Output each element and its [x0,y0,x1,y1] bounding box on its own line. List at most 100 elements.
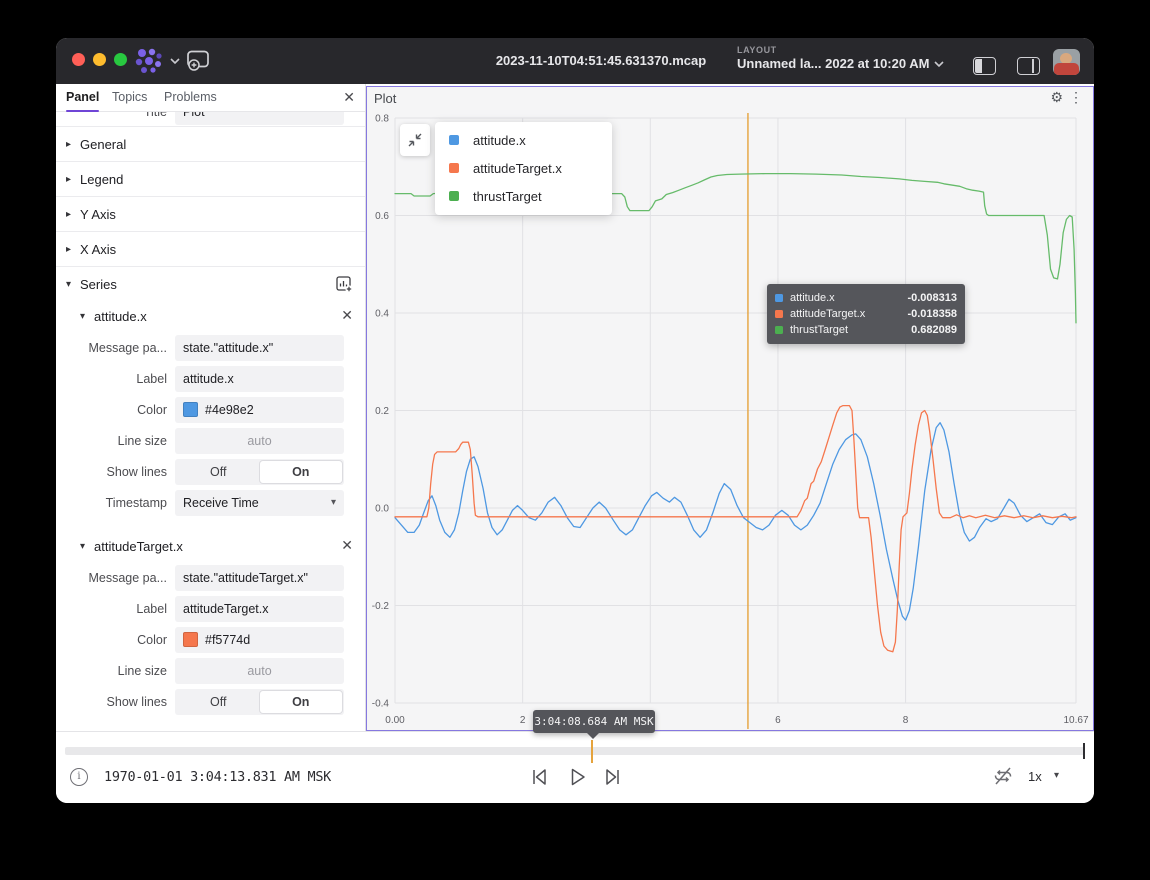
remove-series-icon[interactable]: ✕ [341,307,353,324]
data-source-title[interactable]: 2023-11-10T04:51:45.631370.mcap [476,53,726,68]
section-label: Y Axis [80,207,116,222]
zoom-window-button[interactable] [114,53,127,66]
legend-item-attitudeTarget.x[interactable]: attitudeTarget.x [435,154,612,182]
show-lines-toggle[interactable]: OffOn [175,689,344,715]
field-row-line-size: Line sizeauto [56,428,365,454]
field-row-timestamp: TimestampReceive Time▾ [56,490,365,516]
field-input[interactable]: auto [175,658,344,684]
timestamp-select[interactable]: Receive Time▾ [175,490,344,516]
remove-series-icon[interactable]: ✕ [341,537,353,554]
x-tick-label: 8 [903,715,909,726]
tooltip-swatch [775,294,783,302]
field-row-label: Labelattitude.x [56,366,365,392]
series-item-attitudeTarget.x[interactable]: ▾attitudeTarget.x✕ [56,531,365,561]
hover-time-tooltip: 3:04:08.684 AM MSK [533,710,655,733]
collapse-arrows-icon [407,132,423,148]
title-field-clipped: Title Plot [56,112,365,126]
playback-timestamp: 1970-01-01 3:04:13.831 AM MSK [104,769,331,785]
field-label: Label [56,602,175,616]
close-window-button[interactable] [72,53,85,66]
plot-panel[interactable]: Plot ⚙ ⋮ 0.80.60.40.20.0-0.2-0.40.002468… [366,86,1094,731]
color-field[interactable]: #4e98e2 [175,397,344,423]
color-swatch[interactable] [183,402,198,417]
toggle-off-option[interactable]: Off [177,461,260,483]
collapse-legend-button[interactable] [400,124,430,156]
chevron-right-icon: ▸ [66,139,80,150]
settings-sidebar: Panel Topics Problems ✕ Title Plot ▸Gene… [56,84,366,731]
sidebar-section-x-axis[interactable]: ▸X Axis [56,231,365,266]
sidebar-section-series[interactable]: ▾Series [56,266,365,301]
legend-label: attitude.x [473,133,526,148]
tab-problems[interactable]: Problems [164,84,217,112]
title-field-label: Title [56,112,175,119]
timeline-scrubber[interactable] [65,747,1085,755]
loop-off-icon[interactable] [992,765,1014,787]
sidebar-section-general[interactable]: ▸General [56,126,365,161]
layout-label: LAYOUT [737,45,929,55]
tooltip-label: thrustTarget [790,324,848,336]
toggle-on-option[interactable]: On [260,691,343,713]
legend-item-attitude.x[interactable]: attitude.x [435,126,612,154]
field-label: Show lines [56,695,175,709]
tooltip-value: -0.008313 [907,292,957,304]
tooltip-label: attitude.x [790,292,835,304]
y-tick-label: 0.0 [375,504,389,515]
field-input[interactable]: state."attitudeTarget.x" [175,565,344,591]
right-sidebar-toggle-icon[interactable] [1017,57,1040,75]
chart-value-tooltip: attitude.x -0.008313 attitudeTarget.x -0.01… [767,284,965,344]
series-item-attitude.x[interactable]: ▾attitude.x✕ [56,301,365,331]
legend-label: thrustTarget [473,189,542,204]
minimize-window-button[interactable] [93,53,106,66]
app-window: 2023-11-10T04:51:45.631370.mcap LAYOUT U… [56,38,1094,803]
seek-start-button[interactable] [526,764,552,790]
user-avatar[interactable] [1053,49,1080,75]
series-item-label: attitude.x [94,309,147,324]
layout-chevron-icon[interactable] [934,60,944,68]
y-tick-label: 0.2 [375,406,389,417]
color-field[interactable]: #f5774d [175,627,344,653]
app-menu-chevron-icon[interactable] [170,57,180,65]
speed-chevron-icon[interactable]: ▾ [1054,770,1059,781]
legend-label: attitudeTarget.x [473,161,562,176]
field-input[interactable]: state."attitude.x" [175,335,344,361]
sidebar-section-y-axis[interactable]: ▸Y Axis [56,196,365,231]
field-row-label: LabelattitudeTarget.x [56,596,365,622]
field-input[interactable]: auto [175,428,344,454]
field-label: Show lines [56,465,175,479]
play-button[interactable] [564,764,590,790]
seek-end-button[interactable] [600,764,626,790]
title-field-input[interactable]: Plot [175,112,344,125]
field-label: Line size [56,664,175,678]
y-tick-label: 0.4 [375,309,389,320]
foxglove-logo-icon[interactable] [132,48,166,74]
color-swatch[interactable] [183,632,198,647]
tab-topics[interactable]: Topics [112,84,147,112]
y-tick-label: -0.4 [372,699,390,710]
info-circle-icon[interactable]: i [70,768,88,786]
toggle-on-option[interactable]: On [260,461,343,483]
playback-speed[interactable]: 1x [1028,769,1042,784]
tab-panel[interactable]: Panel [66,84,99,112]
layout-selector[interactable]: LAYOUT Unnamed la... 2022 at 10:20 AM [737,45,929,71]
field-input[interactable]: attitude.x [175,366,344,392]
legend-item-thrustTarget[interactable]: thrustTarget [435,182,612,210]
field-label: Color [56,403,175,417]
desktop-background: 2023-11-10T04:51:45.631370.mcap LAYOUT U… [0,0,1150,880]
close-sidebar-icon[interactable]: ✕ [343,89,355,106]
x-tick-label: 0.00 [385,715,405,726]
field-input[interactable]: attitudeTarget.x [175,596,344,622]
left-sidebar-toggle-icon[interactable] [973,57,996,75]
section-label: Series [80,277,117,292]
section-label: General [80,137,126,152]
show-lines-toggle[interactable]: OffOn [175,459,344,485]
add-series-icon[interactable] [335,275,353,293]
tooltip-row: thrustTarget0.682089 [775,322,957,338]
legend-swatch [449,163,459,173]
toggle-off-option[interactable]: Off [177,691,260,713]
add-panel-icon[interactable] [186,50,210,71]
tooltip-label: attitudeTarget.x [790,308,865,320]
sidebar-section-legend[interactable]: ▸Legend [56,161,365,196]
plot-legend: attitude.x attitudeTarget.x thrustTarget [435,122,612,215]
tooltip-value: -0.018358 [907,308,957,320]
x-tick-label: 2 [520,715,526,726]
